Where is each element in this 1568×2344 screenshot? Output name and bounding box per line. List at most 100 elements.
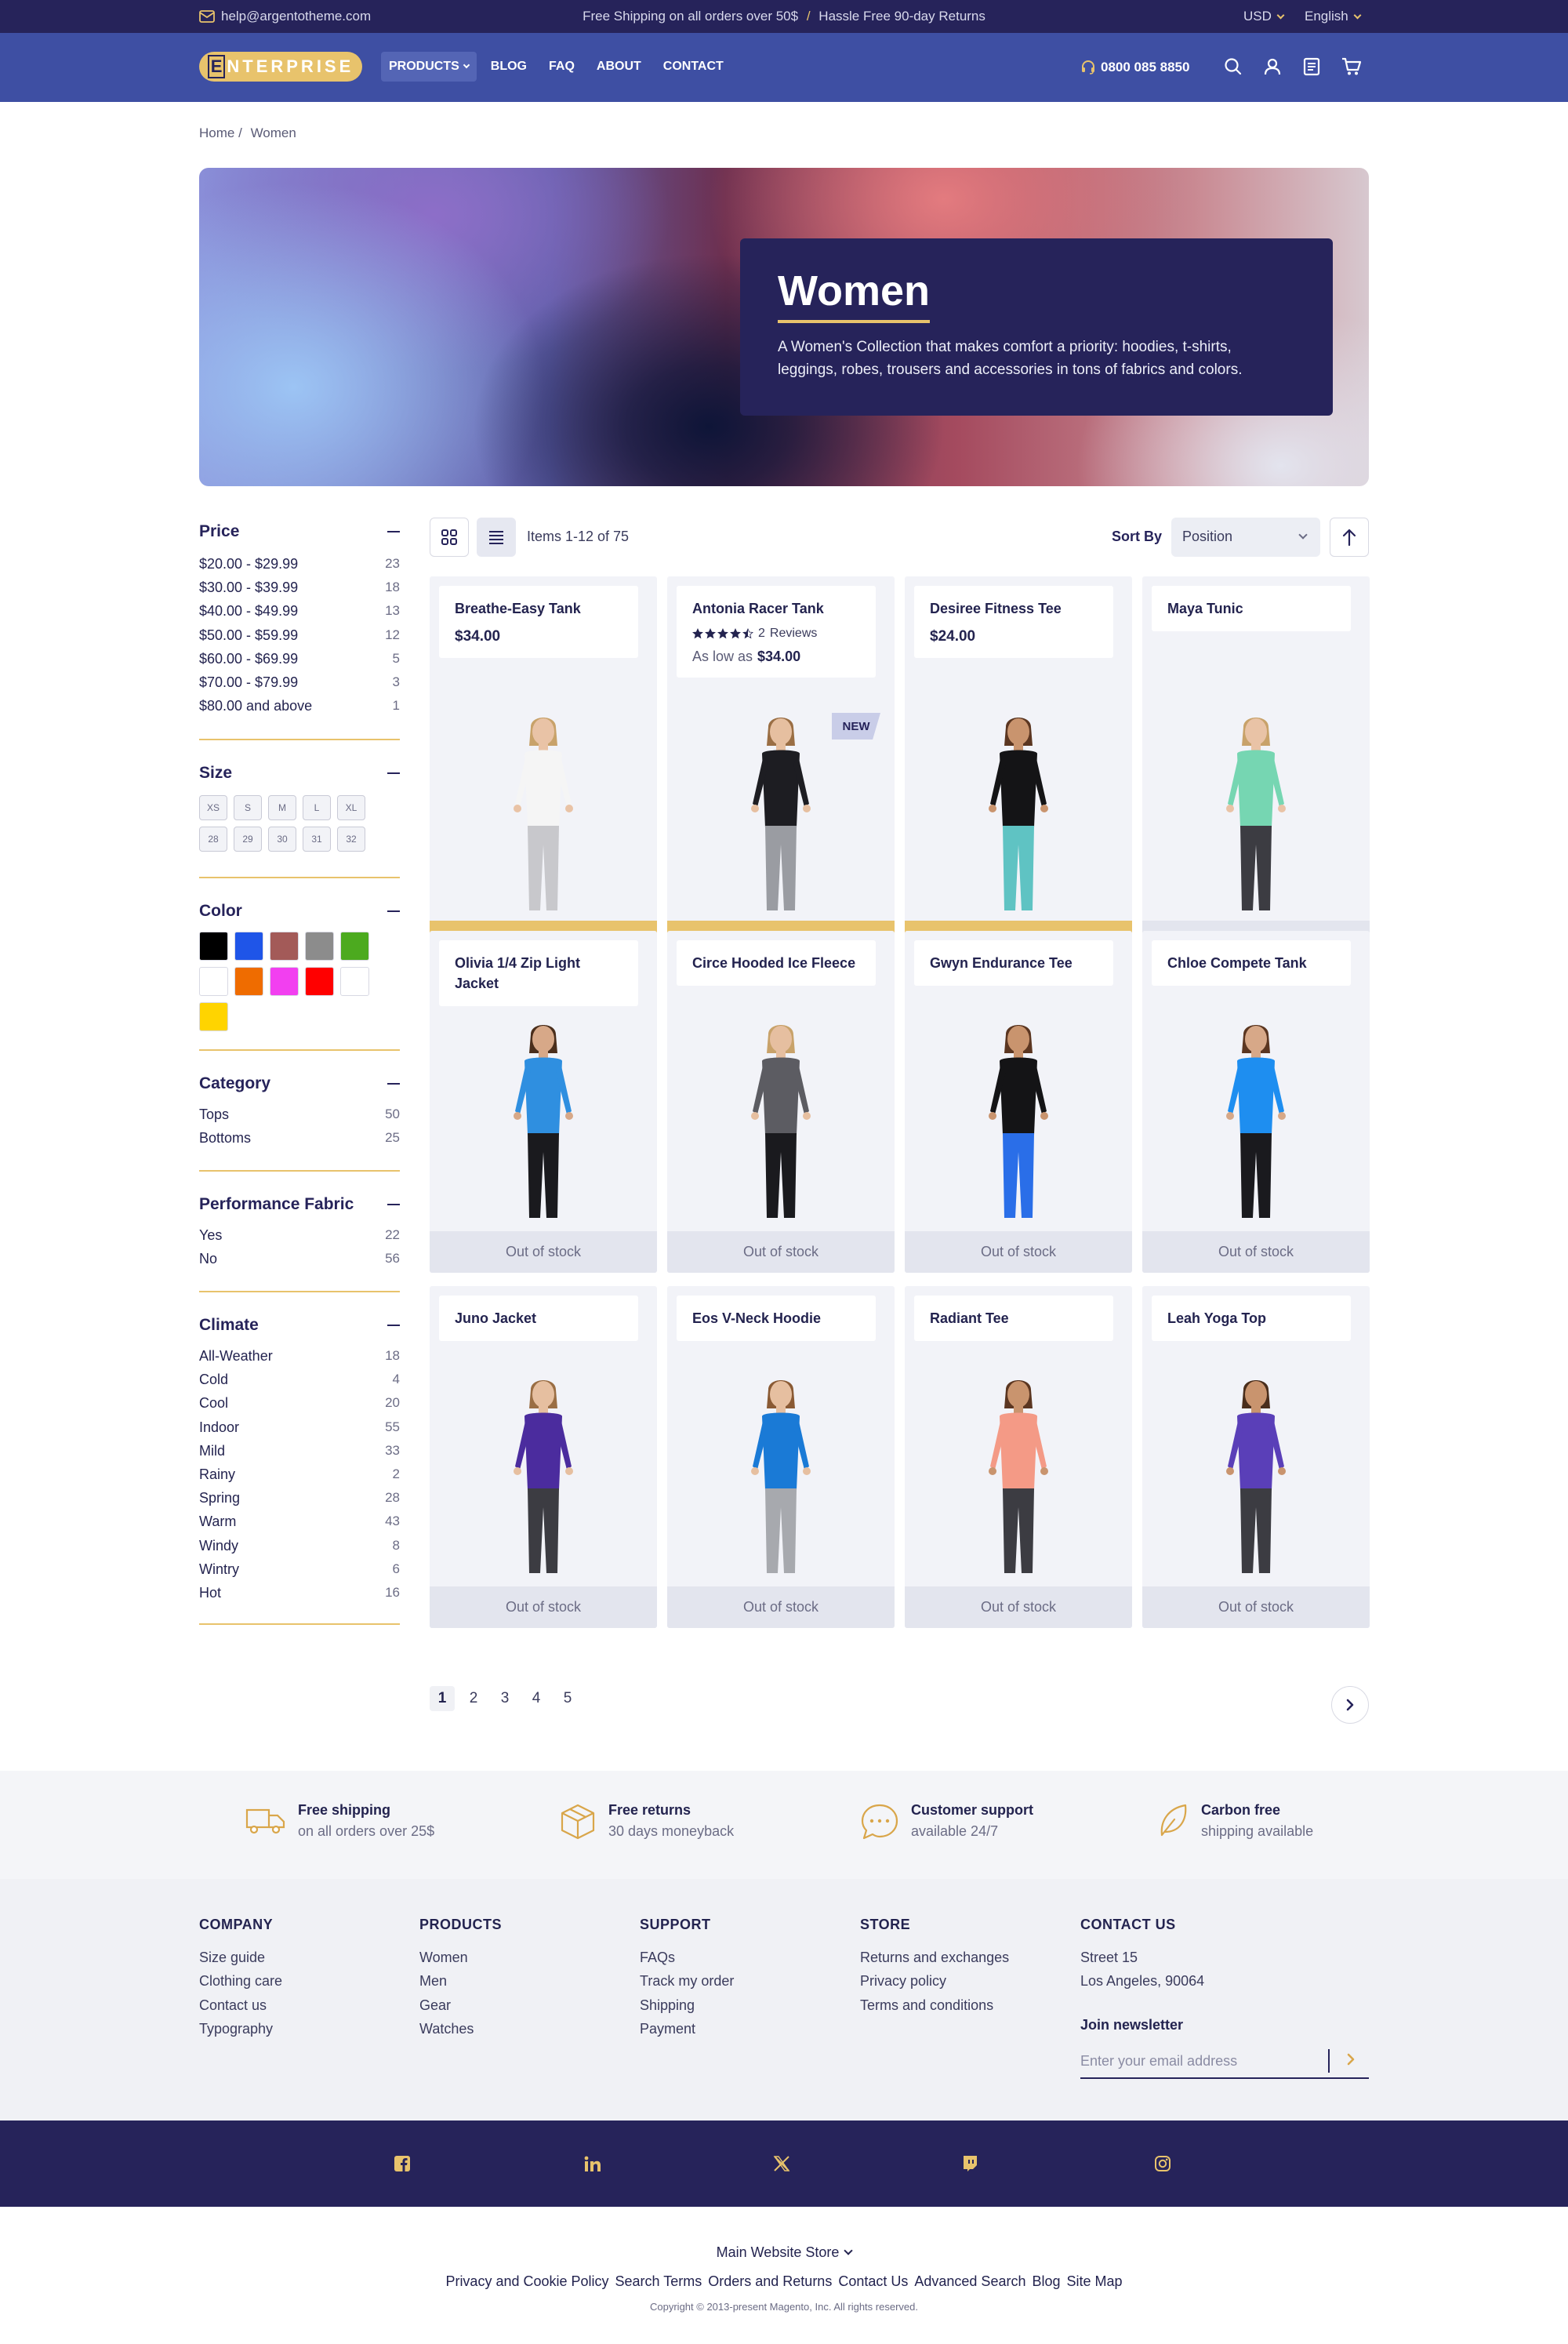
product-name[interactable]: Maya Tunic [1167,598,1335,619]
size-option[interactable]: XS [199,795,227,820]
language-switcher[interactable]: English [1305,9,1362,24]
product-card[interactable]: Circe Hooded Ice Fleece Out of stock [667,931,895,1273]
product-image[interactable] [496,710,590,914]
product-rating[interactable]: 2 Reviews [692,627,860,641]
color-swatch[interactable] [340,967,369,996]
size-option[interactable]: XL [337,795,365,820]
list-view-button[interactable] [477,518,516,557]
collapse-icon[interactable] [387,1325,400,1326]
filter-option[interactable]: $80.00 and above 1 [199,694,400,718]
product-name[interactable]: Eos V-Neck Hoodie [692,1308,860,1328]
product-name[interactable]: Radiant Tee [930,1308,1098,1328]
collapse-icon[interactable] [387,531,400,532]
filter-header-price[interactable]: Price [199,522,400,541]
product-card[interactable]: Eos V-Neck Hoodie Out of stock [667,1286,895,1628]
color-swatch[interactable] [199,1002,228,1031]
facebook-icon[interactable] [394,2155,411,2172]
footer-link[interactable]: Privacy policy [860,1969,1009,1993]
filter-option[interactable]: Hot 16 [199,1581,400,1604]
page-link[interactable]: 2 [461,1686,486,1711]
size-option[interactable]: 28 [199,827,227,852]
filter-option[interactable]: $50.00 - $59.99 12 [199,623,400,647]
filter-option[interactable]: Warm 43 [199,1510,400,1533]
product-image[interactable] [734,1372,828,1576]
page-link[interactable]: 5 [555,1686,580,1711]
filter-option[interactable]: Rainy 2 [199,1463,400,1486]
filter-option[interactable]: $40.00 - $49.99 13 [199,599,400,623]
cart-icon[interactable] [1341,56,1363,77]
footer-link[interactable]: Size guide [199,1946,282,1969]
filter-option[interactable]: $60.00 - $69.99 5 [199,647,400,670]
filter-option[interactable]: Windy 8 [199,1534,400,1557]
color-swatch[interactable] [234,932,263,961]
bottom-link[interactable]: Blog [1032,2273,1060,2290]
filter-header-color[interactable]: Color [199,878,400,921]
breadcrumb-home[interactable]: Home [199,125,234,140]
filter-header-size[interactable]: Size [199,740,400,783]
footer-link[interactable]: Typography [199,2017,282,2041]
product-image[interactable] [734,1017,828,1221]
filter-option[interactable]: Cold 4 [199,1368,400,1391]
product-name[interactable]: Juno Jacket [455,1308,622,1328]
bottom-link[interactable]: Contact Us [838,2273,908,2290]
newsletter-email-input[interactable] [1080,2048,1316,2074]
page-link[interactable]: 4 [524,1686,549,1711]
filter-option[interactable]: Wintry 6 [199,1557,400,1581]
collapse-icon[interactable] [387,1204,400,1205]
filter-option[interactable]: $20.00 - $29.99 23 [199,552,400,576]
size-option[interactable]: L [303,795,331,820]
product-name[interactable]: Olivia 1/4 Zip Light Jacket [455,953,622,994]
collapse-icon[interactable] [387,772,400,774]
footer-link[interactable]: Track my order [640,1969,734,1993]
product-image[interactable] [1209,710,1303,914]
collapse-icon[interactable] [387,910,400,912]
filter-option[interactable]: Bottoms 25 [199,1126,400,1150]
product-name[interactable]: Breathe-Easy Tank [455,598,622,619]
product-image[interactable] [971,1017,1065,1221]
footer-link[interactable]: Men [419,1969,502,1993]
bottom-link[interactable]: Search Terms [615,2273,702,2290]
footer-link[interactable]: Women [419,1946,502,1969]
filter-header-climate[interactable]: Climate [199,1292,400,1335]
compare-icon[interactable] [1301,56,1322,77]
twitch-icon[interactable] [961,2155,978,2172]
product-image[interactable] [971,1372,1065,1576]
phone-link[interactable]: 0800 085 8850 [1080,60,1189,75]
store-logo[interactable]: E NTERPRISE [199,52,362,82]
filter-option[interactable]: No 56 [199,1247,400,1270]
search-icon[interactable] [1223,56,1243,77]
size-option[interactable]: 29 [234,827,262,852]
product-name[interactable]: Desiree Fitness Tee [930,598,1098,619]
color-swatch[interactable] [270,932,299,961]
footer-link[interactable]: FAQs [640,1946,734,1969]
filter-header-category[interactable]: Category [199,1051,400,1093]
page-link[interactable]: 3 [492,1686,517,1711]
chevron-right-icon[interactable] [1345,2052,1356,2066]
filter-option[interactable]: Yes 22 [199,1223,400,1247]
product-card[interactable]: Leah Yoga Top Out of stock [1142,1286,1370,1628]
filter-option[interactable]: Spring 28 [199,1486,400,1510]
account-icon[interactable] [1262,56,1283,77]
size-option[interactable]: 31 [303,827,331,852]
size-option[interactable]: S [234,795,262,820]
product-card[interactable]: Breathe-Easy Tank$34.00Add to Cart [430,576,657,962]
product-name[interactable]: Antonia Racer Tank [692,598,860,619]
product-card[interactable]: Antonia Racer Tank 2 Reviews As low as $34.0… [667,576,895,962]
product-card[interactable]: Gwyn Endurance Tee Out of stock [905,931,1132,1273]
size-option[interactable]: 30 [268,827,296,852]
footer-link[interactable]: Clothing care [199,1969,282,1993]
footer-link[interactable]: Gear [419,1993,502,2017]
collapse-icon[interactable] [387,1083,400,1085]
product-image[interactable] [971,710,1065,914]
instagram-icon[interactable] [1154,2155,1171,2172]
filter-option[interactable]: Mild 33 [199,1439,400,1463]
product-image[interactable] [496,1372,590,1576]
product-card[interactable]: Juno Jacket Out of stock [430,1286,657,1628]
nav-products[interactable]: PRODUCTS [381,52,477,82]
color-swatch[interactable] [305,932,334,961]
size-option[interactable]: M [268,795,296,820]
product-card[interactable]: Chloe Compete Tank Out of stock [1142,931,1370,1273]
product-name[interactable]: Gwyn Endurance Tee [930,953,1098,973]
nav-contact[interactable]: CONTACT [655,52,731,82]
bottom-link[interactable]: Site Map [1067,2273,1123,2290]
